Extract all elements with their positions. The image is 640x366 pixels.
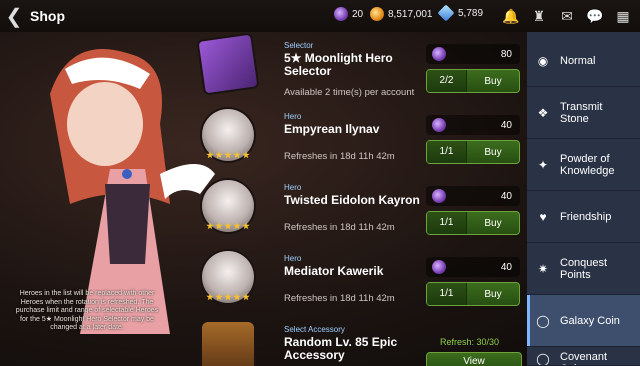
star-icon	[242, 293, 250, 301]
star-icon	[233, 151, 241, 159]
star-icon	[206, 222, 214, 230]
list-item: Selector 5★ Moonlight Hero Selector Avai…	[196, 32, 526, 103]
buy-button[interactable]: 1/1 Buy	[426, 282, 520, 306]
list-item: Hero Mediator Kawerik Refreshes in 18d 1…	[196, 245, 526, 316]
item-category: Selector	[284, 41, 314, 50]
gold-counter: 8,517,001	[370, 7, 433, 21]
stone-icon: ❖	[537, 105, 549, 120]
tab-powder-of-knowledge[interactable]: ✦ Powder of Knowledge	[527, 139, 640, 191]
buy-button[interactable]: 1/1 Buy	[426, 211, 520, 235]
star-icon	[224, 222, 232, 230]
item-subtext: Refreshes in 18d 11h 42m	[284, 151, 395, 162]
shop-category-tabs: ◉ Normal ❖ Transmit Stone ✦ Powder of Knowl…	[527, 32, 640, 366]
list-item: Hero Empyrean Ilynav Refreshes in 18d 11…	[196, 103, 526, 174]
galaxy-coin-icon	[432, 260, 446, 274]
crystal-counter: 5,789	[437, 4, 483, 22]
star-icon	[215, 151, 223, 159]
covenant-coin-icon: ◯	[536, 352, 550, 366]
galaxy-coin-icon	[432, 47, 446, 61]
item-category: Hero	[284, 183, 302, 192]
castle-icon[interactable]: ♜	[528, 5, 550, 27]
galaxy-coin-icon	[334, 7, 348, 21]
item-subtext: Refreshes in 18d 11h 42m	[284, 293, 395, 304]
item-category: Hero	[284, 254, 302, 263]
shop-screen: ❮ Shop 20 8,517,001 5,789 🔔 ♜ ✉ 💬 ▦ Hero…	[0, 0, 640, 366]
star-icon	[215, 222, 223, 230]
page-title: Shop	[30, 8, 65, 24]
item-subtext: Refreshes in 18d 11h 42m	[284, 222, 395, 233]
star-icon	[215, 293, 223, 301]
selector-book-icon	[198, 34, 258, 94]
tab-normal[interactable]: ◉ Normal	[527, 35, 640, 87]
bell-icon[interactable]: 🔔	[500, 5, 522, 27]
item-subtext: Available 2 time(s) per account	[284, 87, 415, 98]
tab-covenant-coin[interactable]: ◯Covenant Coin	[527, 347, 640, 366]
price-tag: 40	[426, 186, 520, 206]
globe-icon: ◉	[537, 53, 549, 68]
item-list[interactable]: Selector 5★ Moonlight Hero Selector Avai…	[196, 32, 526, 366]
galaxy-coin-icon	[432, 118, 446, 132]
price-tag: 80	[426, 44, 520, 64]
star-icon	[224, 151, 232, 159]
item-name: 5★ Moonlight Hero Selector	[284, 51, 393, 78]
star-icon	[233, 222, 241, 230]
refresh-counter: Refresh: 30/30	[440, 337, 500, 347]
mail-icon[interactable]: ✉	[556, 5, 578, 27]
star-icon	[206, 151, 214, 159]
star-rating	[206, 151, 250, 159]
tab-friendship[interactable]: ♥ Friendship	[527, 191, 640, 243]
item-name: Empyrean Ilynav	[284, 122, 380, 136]
galaxy-coin-icon: ◯	[536, 313, 550, 328]
star-rating	[206, 222, 250, 230]
view-button[interactable]: View	[426, 352, 522, 366]
rotation-notice: Heroes in the list will be replaced with…	[15, 290, 159, 331]
star-icon	[233, 293, 241, 301]
heart-icon: ♥	[539, 209, 547, 224]
grid-menu-icon[interactable]: ▦	[612, 5, 634, 27]
chat-icon[interactable]: 💬	[584, 5, 606, 27]
treasure-chest-icon	[202, 322, 254, 366]
star-icon	[206, 293, 214, 301]
star-icon	[242, 222, 250, 230]
star-icon	[224, 293, 232, 301]
item-name: Twisted Eidolon Kayron	[284, 193, 420, 207]
galaxy-coin-counter: 20	[334, 7, 363, 21]
item-category: Hero	[284, 112, 302, 121]
tab-galaxy-coin[interactable]: ◯ Galaxy Coin	[527, 295, 640, 347]
buy-button[interactable]: 2/2 Buy	[426, 69, 520, 93]
conquest-icon: ✷	[537, 261, 549, 276]
item-name: Mediator Kawerik	[284, 264, 384, 278]
crystal-icon	[437, 4, 455, 22]
back-arrow-icon[interactable]: ❮	[0, 0, 28, 32]
price-tag: 40	[426, 115, 520, 135]
tab-conquest-points[interactable]: ✷ Conquest Points	[527, 243, 640, 295]
buy-button[interactable]: 1/1 Buy	[426, 140, 520, 164]
powder-icon: ✦	[537, 157, 549, 172]
price-tag: 40	[426, 257, 520, 277]
star-rating	[206, 293, 250, 301]
gold-icon	[370, 7, 384, 21]
list-item: Hero Twisted Eidolon Kayron Refreshes in…	[196, 174, 526, 245]
item-category: Select Accessory	[284, 325, 345, 334]
tab-transmit-stone[interactable]: ❖ Transmit Stone	[527, 87, 640, 139]
item-name: Random Lv. 85 Epic Accessory	[284, 335, 398, 362]
galaxy-coin-icon	[432, 189, 446, 203]
star-icon	[242, 151, 250, 159]
